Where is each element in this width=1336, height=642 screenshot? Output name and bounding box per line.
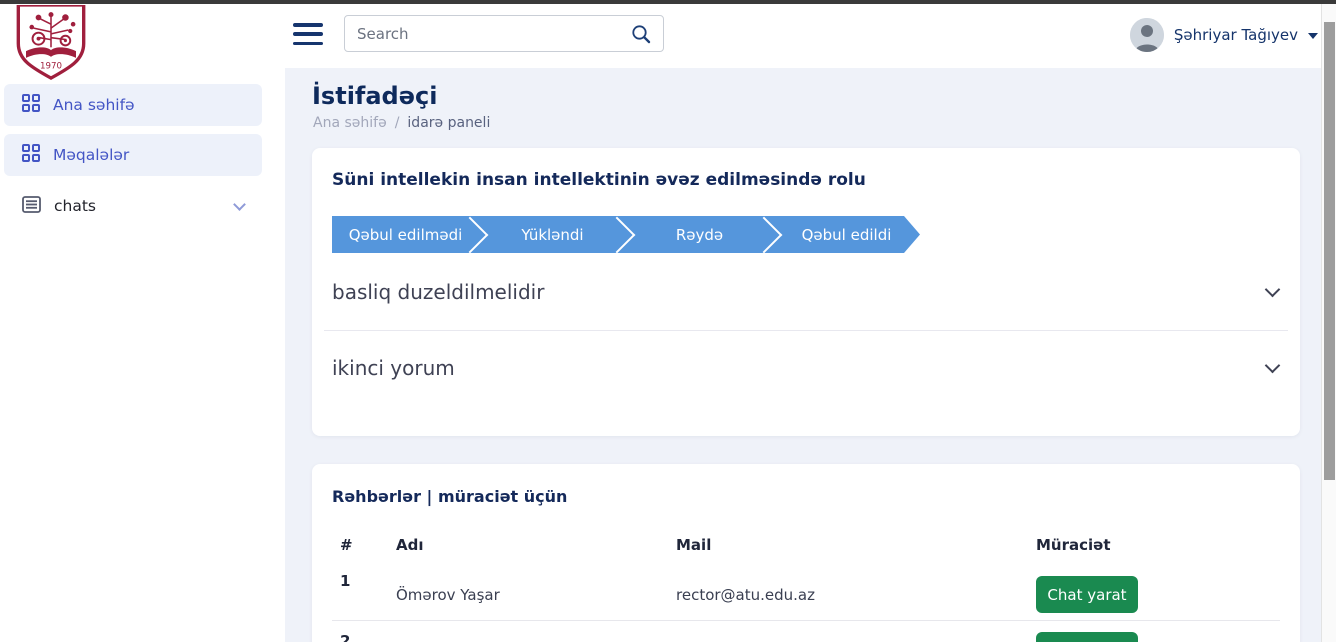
leaders-card-title: Rəhbərlər | müraciət üçün (332, 487, 567, 506)
hamburger-icon[interactable] (293, 23, 323, 45)
search-icon[interactable] (631, 24, 651, 44)
sidebar-item-articles[interactable]: Məqalələr (4, 134, 262, 176)
step-accepted[interactable]: Qəbul edildi (773, 216, 920, 253)
chevron-down-icon (233, 198, 246, 211)
step-rejected[interactable]: Qəbul edilmədi (332, 216, 479, 253)
breadcrumb: Ana səhifə / idarə paneli (313, 115, 490, 131)
divider (324, 330, 1288, 331)
table-row-name: Ömərov Yaşar (396, 586, 500, 604)
chevron-down-icon[interactable] (1265, 357, 1281, 373)
comment-title: basliq duzeldilmelidir (332, 280, 544, 304)
user-avatar (1130, 18, 1164, 52)
table-header-num: # (340, 536, 353, 554)
table-row-num: 1 (340, 572, 350, 590)
status-stepper: Qəbul edilmədi Yükləndi Rəydə Qəbul edil… (332, 216, 920, 253)
sidebar: Ana səhifə Məqalələr chats (0, 4, 285, 642)
vertical-scrollbar[interactable] (1321, 4, 1336, 642)
grid-icon (22, 144, 40, 166)
table-row-mail: rector@atu.edu.az (676, 586, 815, 604)
breadcrumb-home-link[interactable]: Ana səhifə (313, 115, 387, 131)
sidebar-item-home[interactable]: Ana səhifə (4, 84, 262, 126)
university-logo[interactable]: 1970 (14, 5, 88, 80)
page-title: İstifadəçi (312, 82, 437, 110)
sidebar-item-label: Ana səhifə (53, 96, 135, 114)
sidebar-item-chats[interactable]: chats (4, 188, 262, 224)
create-chat-button[interactable]: Chat yarat (1036, 576, 1138, 613)
breadcrumb-separator: / (395, 115, 400, 131)
scrollbar-thumb[interactable] (1324, 22, 1335, 480)
top-strip (0, 0, 1336, 4)
create-chat-button[interactable]: Chat yarat (1036, 632, 1138, 642)
chat-list-icon (22, 196, 41, 217)
leaders-card: Rəhbərlər | müraciət üçün # Adı Mail Mür… (312, 464, 1300, 642)
table-header-action: Müraciət (1036, 536, 1111, 554)
breadcrumb-current: idarə paneli (407, 115, 490, 131)
user-menu[interactable]: Şəhriyar Tağıyev (1130, 17, 1318, 53)
caret-down-icon (1308, 33, 1318, 39)
grid-icon (22, 94, 40, 116)
search-input[interactable] (357, 25, 631, 43)
logo-year: 1970 (40, 61, 62, 71)
app-window: Ana səhifə Məqalələr chats (0, 0, 1336, 642)
table-header-name: Adı (396, 536, 424, 554)
comment-accordion-item[interactable]: ikinci yorum (332, 342, 1278, 394)
table-row-num: 2 (340, 632, 350, 642)
chevron-down-icon[interactable] (1265, 281, 1281, 297)
user-name: Şəhriyar Tağıyev (1174, 26, 1298, 44)
search-box (344, 15, 664, 52)
sidebar-item-label: Məqalələr (53, 146, 129, 164)
sidebar-item-label: chats (54, 197, 96, 215)
article-title: Süni intellekin insan intellektinin əvəz… (332, 170, 866, 190)
step-uploaded[interactable]: Yükləndi (479, 216, 626, 253)
article-status-card: Süni intellekin insan intellektinin əvəz… (312, 148, 1300, 436)
step-in-review[interactable]: Rəydə (626, 216, 773, 253)
table-header-mail: Mail (676, 536, 711, 554)
divider (332, 620, 1280, 621)
comment-title: ikinci yorum (332, 356, 455, 380)
comment-accordion-item[interactable]: basliq duzeldilmelidir (332, 266, 1278, 318)
